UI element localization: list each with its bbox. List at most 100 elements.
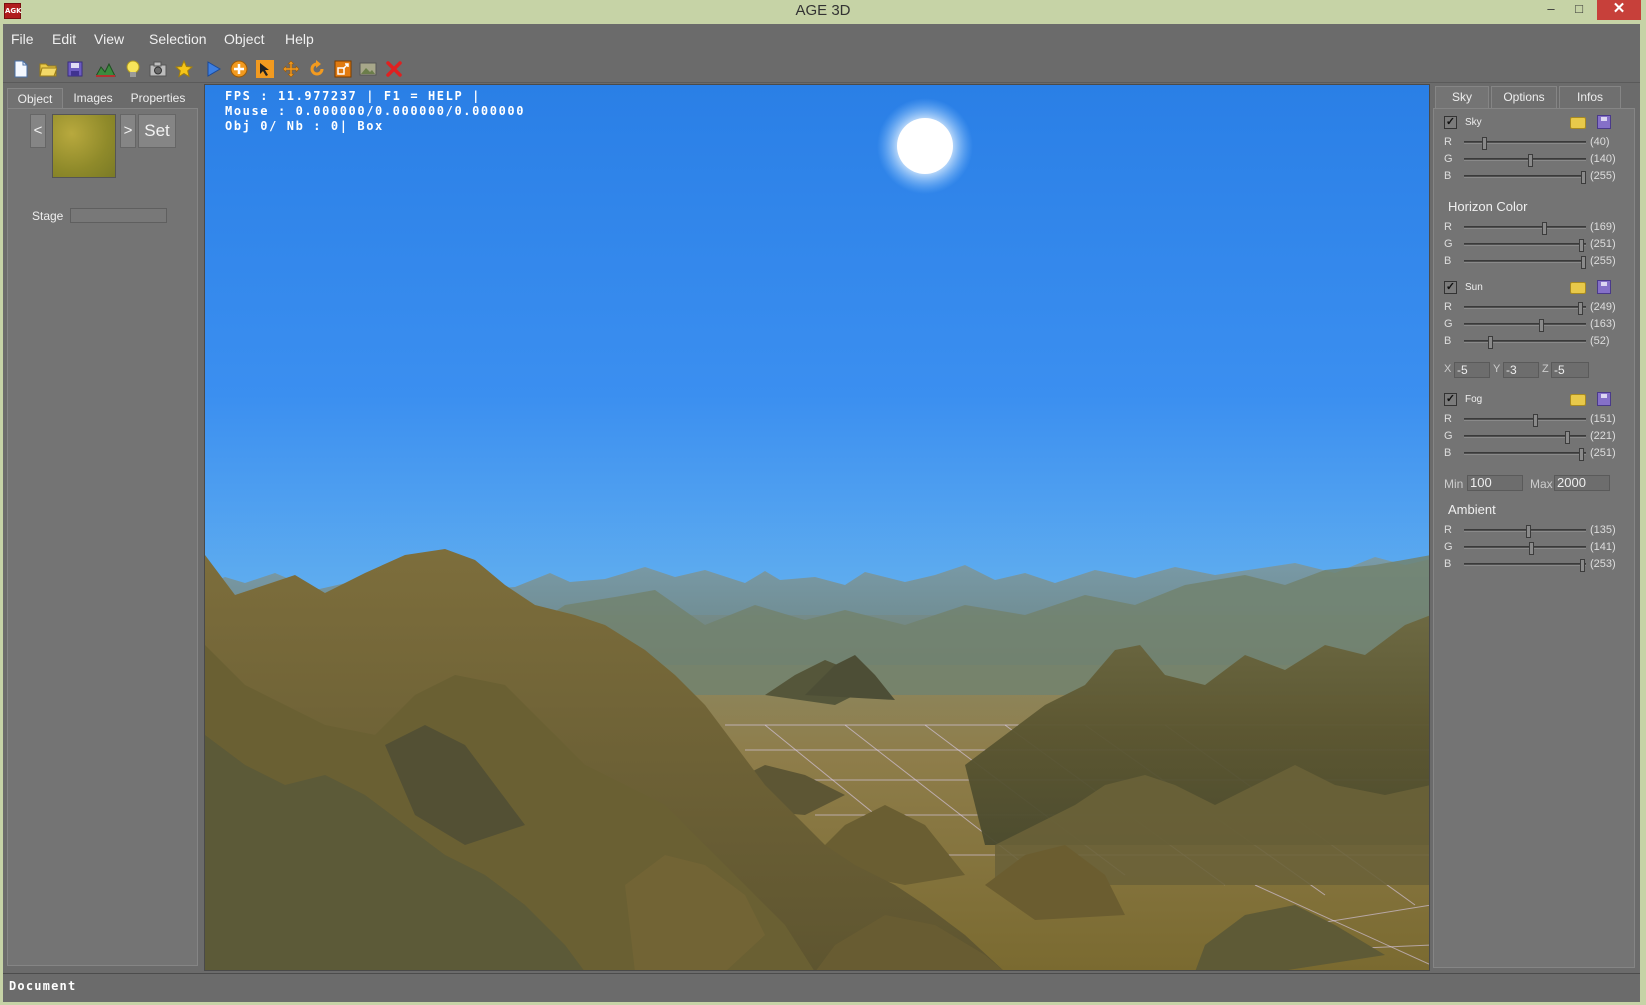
menu-object[interactable]: Object — [224, 31, 264, 47]
horizon-b-thumb[interactable] — [1581, 256, 1586, 269]
ambient-g-thumb[interactable] — [1529, 542, 1534, 555]
sky-settings-panel: ✓ Sky R (40) G (140) B (255) Horizon Col… — [1433, 108, 1635, 968]
tab-sky[interactable]: Sky — [1435, 86, 1489, 108]
tab-options[interactable]: Options — [1491, 86, 1557, 108]
fog-b-slider[interactable]: B (251) — [1444, 446, 1634, 462]
ambient-r-slider[interactable]: R (135) — [1444, 523, 1634, 539]
menu-file[interactable]: File — [11, 31, 34, 47]
save-icon[interactable] — [65, 59, 85, 79]
menu-selection[interactable]: Selection — [149, 31, 207, 47]
image-icon[interactable] — [358, 59, 378, 79]
ambient-b-thumb[interactable] — [1580, 559, 1585, 572]
tab-images[interactable]: Images — [65, 88, 121, 108]
sun-r-thumb[interactable] — [1578, 302, 1583, 315]
light-bulb-icon[interactable] — [123, 59, 143, 79]
fog-load-icon[interactable] — [1570, 394, 1586, 406]
ambient-r-track[interactable] — [1464, 525, 1586, 538]
ambient-b-slider[interactable]: B (253) — [1444, 557, 1634, 573]
fog-g-track[interactable] — [1464, 431, 1586, 444]
sky-g-slider[interactable]: G (140) — [1444, 152, 1634, 168]
sky-load-icon[interactable] — [1570, 117, 1586, 129]
sun-b-slider[interactable]: B (52) — [1444, 334, 1634, 350]
fog-min-input[interactable]: 100 — [1467, 475, 1523, 491]
tab-infos[interactable]: Infos — [1559, 86, 1621, 108]
sun-g-slider[interactable]: G (163) — [1444, 317, 1634, 333]
fog-g-slider[interactable]: G (221) — [1444, 429, 1634, 445]
ambient-g-track[interactable] — [1464, 542, 1586, 555]
sun-z-input[interactable]: -5 — [1551, 362, 1589, 378]
horizon-g-track[interactable] — [1464, 239, 1586, 252]
previous-texture-button[interactable]: < — [30, 114, 46, 148]
fog-save-icon[interactable] — [1597, 392, 1611, 406]
sun-y-input[interactable]: -3 — [1503, 362, 1539, 378]
tab-object[interactable]: Object — [7, 88, 63, 108]
menu-edit[interactable]: Edit — [52, 31, 76, 47]
open-folder-icon[interactable] — [38, 59, 58, 79]
set-texture-button[interactable]: Set — [138, 114, 176, 148]
sun-b-track[interactable] — [1464, 336, 1586, 349]
scale-icon[interactable] — [333, 59, 353, 79]
sun-g-thumb[interactable] — [1539, 319, 1544, 332]
sky-r-slider[interactable]: R (40) — [1444, 135, 1634, 151]
sun-save-icon[interactable] — [1597, 280, 1611, 294]
fog-enabled-checkbox[interactable]: ✓ — [1444, 393, 1457, 406]
new-file-icon[interactable] — [11, 59, 31, 79]
ambient-r-thumb[interactable] — [1526, 525, 1531, 538]
sky-enabled-checkbox[interactable]: ✓ — [1444, 116, 1457, 129]
fog-min-label: Min — [1444, 477, 1464, 491]
add-object-icon[interactable] — [229, 59, 249, 79]
ambient-b-track[interactable] — [1464, 559, 1586, 572]
horizon-g-thumb[interactable] — [1579, 239, 1584, 252]
camera-icon[interactable] — [148, 59, 168, 79]
sun-enabled-checkbox[interactable]: ✓ — [1444, 281, 1457, 294]
status-text: Document — [9, 979, 77, 993]
menu-view[interactable]: View — [94, 31, 124, 47]
close-button[interactable]: ✕ — [1597, 0, 1641, 20]
fog-max-input[interactable]: 2000 — [1554, 475, 1610, 491]
sky-b-thumb[interactable] — [1581, 171, 1586, 184]
horizon-b-track[interactable] — [1464, 256, 1586, 269]
rotate-icon[interactable] — [307, 59, 327, 79]
next-texture-button[interactable]: > — [120, 114, 136, 148]
fog-b-thumb[interactable] — [1579, 448, 1584, 461]
sun-r-track[interactable] — [1464, 302, 1586, 315]
sky-b-track[interactable] — [1464, 171, 1586, 184]
sky-g-track[interactable] — [1464, 154, 1586, 167]
sun-x-input[interactable]: -5 — [1454, 362, 1490, 378]
maximize-button[interactable]: □ — [1562, 0, 1596, 20]
fog-r-thumb[interactable] — [1533, 414, 1538, 427]
sky-save-icon[interactable] — [1597, 115, 1611, 129]
title-bar[interactable]: AGK AGE 3D – □ ✕ — [0, 0, 1646, 24]
fog-r-track[interactable] — [1464, 414, 1586, 427]
sky-r-track[interactable] — [1464, 137, 1586, 150]
horizon-r-track[interactable] — [1464, 222, 1586, 235]
horizon-r-thumb[interactable] — [1542, 222, 1547, 235]
sky-r-thumb[interactable] — [1482, 137, 1487, 150]
star-icon[interactable] — [174, 59, 194, 79]
sun-g-track[interactable] — [1464, 319, 1586, 332]
sky-g-thumb[interactable] — [1528, 154, 1533, 167]
sun-load-icon[interactable] — [1570, 282, 1586, 294]
object-tab-panel: < > Set Stage — [7, 108, 198, 966]
3d-viewport[interactable]: FPS : 11.977237 | F1 = HELP | Mouse : 0.… — [204, 84, 1430, 971]
terrain-icon[interactable] — [96, 59, 116, 79]
horizon-b-value: (255) — [1590, 255, 1616, 267]
play-icon[interactable] — [203, 59, 223, 79]
sky-b-slider[interactable]: B (255) — [1444, 169, 1634, 185]
sun-r-slider[interactable]: R (249) — [1444, 300, 1634, 316]
fog-g-thumb[interactable] — [1565, 431, 1570, 444]
fog-r-slider[interactable]: R (151) — [1444, 412, 1634, 428]
menu-help[interactable]: Help — [285, 31, 314, 47]
select-icon[interactable] — [255, 59, 275, 79]
tab-properties[interactable]: Properties — [125, 88, 191, 108]
horizon-r-slider[interactable]: R (169) — [1444, 220, 1634, 236]
ambient-g-slider[interactable]: G (141) — [1444, 540, 1634, 556]
horizon-b-slider[interactable]: B (255) — [1444, 254, 1634, 270]
move-icon[interactable] — [281, 59, 301, 79]
delete-icon[interactable] — [384, 59, 404, 79]
sky-b-letter: B — [1444, 170, 1452, 182]
horizon-g-slider[interactable]: G (251) — [1444, 237, 1634, 253]
fog-b-track[interactable] — [1464, 448, 1586, 461]
sky-r-value: (40) — [1590, 136, 1610, 148]
sun-b-thumb[interactable] — [1488, 336, 1493, 349]
